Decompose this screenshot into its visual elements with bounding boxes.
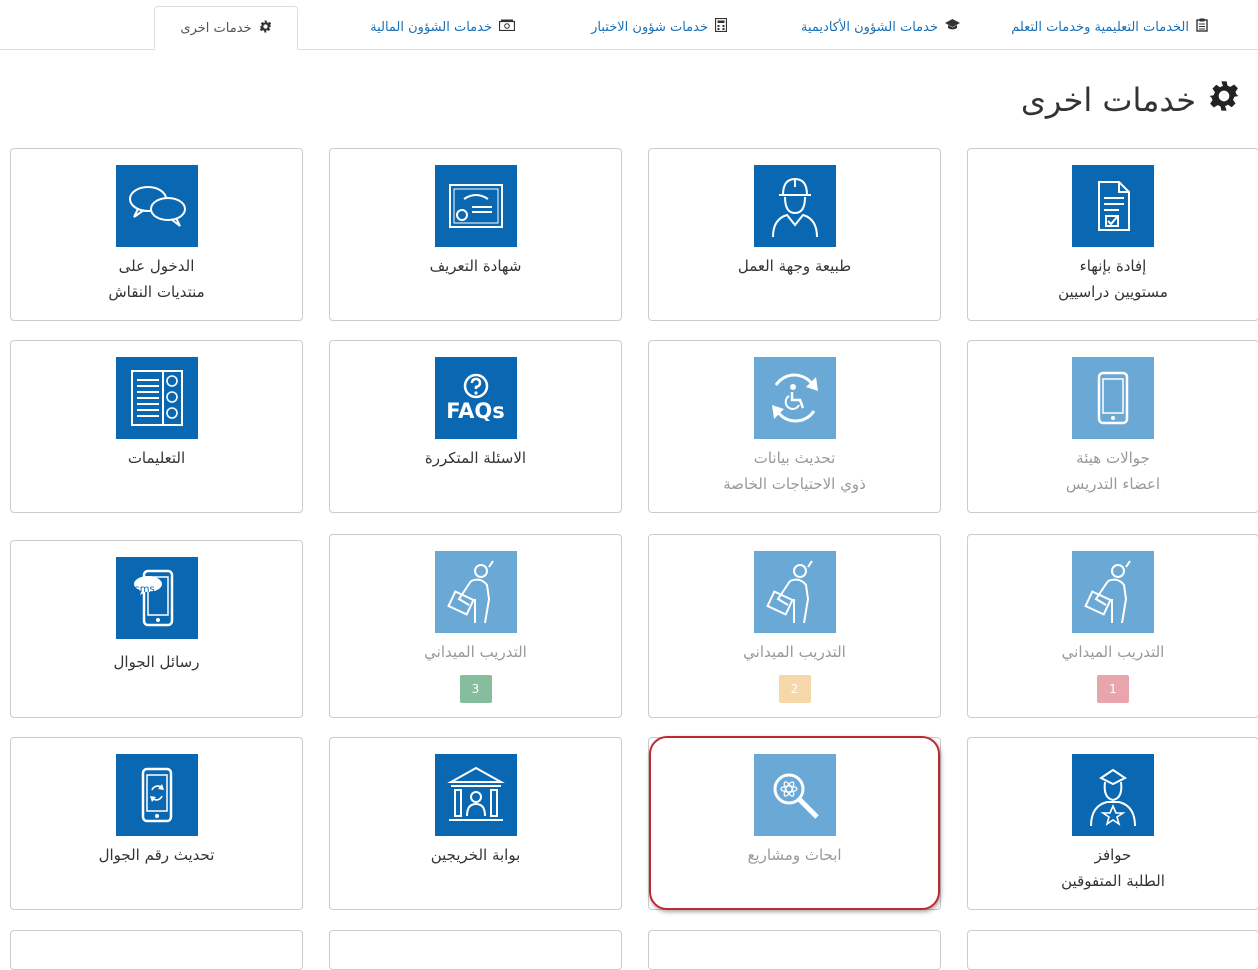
field-training-icon [753,551,836,633]
faq-text: FAQs [446,399,505,423]
tile-field-training-2[interactable]: التدريب الميداني 2 [648,534,941,718]
tile-top-student-incentives[interactable]: حوافز الطلبة المتفوقين [967,737,1258,910]
calculator-icon [714,17,728,36]
document-check-icon [1072,165,1154,247]
tile-field-training-1[interactable]: التدريب الميداني 1 [967,534,1258,718]
tab-academic-affairs[interactable]: خدمات الشؤون الأكاديمية [801,6,960,48]
gear-icon [1208,80,1240,120]
tile-label: رسائل الجوال [113,653,200,671]
tab-other-services[interactable]: خدمات اخرى [154,6,298,50]
page-title: خدمات اخرى [1021,80,1240,120]
tab-label: خدمات الشؤون المالية [370,19,492,35]
research-icon [753,754,836,836]
tile-label: التدريب الميداني [424,643,527,661]
tile-faq[interactable]: FAQs الاسئلة المتكررة [329,340,622,513]
top-tabs: الخدمات التعليمية وخدمات التعلم خدمات ال… [0,0,1258,50]
field-training-icon [1072,551,1154,633]
tile-label: تحديث بيانات ذوي الاحتياجات الخاصة [723,449,866,493]
tab-label: خدمات الشؤون الأكاديمية [801,19,938,35]
tile-research-projects[interactable]: ابحاث ومشاريع [648,737,941,910]
tile-label: الدخول على منتديات النقاش [108,257,205,301]
instructions-list-icon [115,357,198,439]
tab-exam-affairs[interactable]: خدمات شؤون الاختبار [591,6,728,48]
tile-field-training-3[interactable]: التدريب الميداني 3 [329,534,622,718]
sms-text: sms [134,584,155,595]
tile-faculty-phones[interactable]: جوالات هيئة اعضاء التدريس [967,340,1258,513]
tile-partial[interactable] [648,930,941,970]
money-icon [498,19,516,35]
star-student-icon [1072,754,1154,836]
tile-sms-messages[interactable]: sms رسائل الجوال [10,540,303,718]
certificate-icon [434,165,517,247]
tile-partial[interactable] [967,930,1258,970]
chat-bubbles-icon [115,165,198,247]
tile-label: التدريب الميداني [743,643,846,661]
tile-label: ابحاث ومشاريع [747,846,842,864]
tile-label: بوابة الخريجين [430,846,521,864]
field-training-icon [434,551,517,633]
sms-icon: sms [115,557,198,639]
graduates-portal-icon [434,754,517,836]
tile-discussion-forums[interactable]: الدخول على منتديات النقاش [10,148,303,321]
tab-label: خدمات شؤون الاختبار [591,19,708,35]
tile-graduates-portal[interactable]: بوابة الخريجين [329,737,622,910]
tab-label: خدمات اخرى [180,20,252,36]
tile-special-needs-update[interactable]: تحديث بيانات ذوي الاحتياجات الخاصة [648,340,941,513]
tile-partial[interactable] [329,930,622,970]
tile-label: الاسئلة المتكررة [424,449,527,467]
accessibility-refresh-icon [753,357,836,439]
tab-learning-services[interactable]: الخدمات التعليمية وخدمات التعلم [1011,6,1208,48]
phone-update-icon [115,754,198,836]
tile-label: حوافز الطلبة المتفوقين [1061,846,1165,890]
tile-study-completion-letter[interactable]: إفادة بإنهاء مستويين دراسيين [967,148,1258,321]
badge-3: 3 [459,675,492,703]
tile-label: التعليمات [127,449,186,467]
badge-1: 1 [1097,675,1129,703]
faq-icon: FAQs [434,357,517,439]
tile-label: تحديث رقم الجوال [98,846,215,864]
tile-label: إفادة بإنهاء مستويين دراسيين [1058,257,1168,301]
page-title-text: خدمات اخرى [1020,81,1196,119]
tab-financial-affairs[interactable]: خدمات الشؤون المالية [370,6,516,48]
tile-instructions[interactable]: التعليمات [10,340,303,513]
tile-label: جوالات هيئة اعضاء التدريس [1065,449,1161,493]
tile-phone-number-update[interactable]: تحديث رقم الجوال [10,737,303,910]
tile-work-nature[interactable]: طبيعة وجهة العمل [648,148,941,321]
worker-icon [753,165,836,247]
tile-label: شهادة التعريف [429,257,522,275]
badge-2: 2 [778,675,811,703]
tile-label: التدريب الميداني [1061,643,1165,661]
mobile-phone-icon [1072,357,1154,439]
clipboard-icon [1196,18,1208,36]
tile-label: طبيعة وجهة العمل [737,257,852,275]
tile-id-certificate[interactable]: شهادة التعريف [329,148,622,321]
tab-label: الخدمات التعليمية وخدمات التعلم [1011,19,1189,35]
graduation-cap-icon [945,19,960,35]
tile-partial[interactable] [10,930,303,970]
gear-icon [259,20,272,37]
